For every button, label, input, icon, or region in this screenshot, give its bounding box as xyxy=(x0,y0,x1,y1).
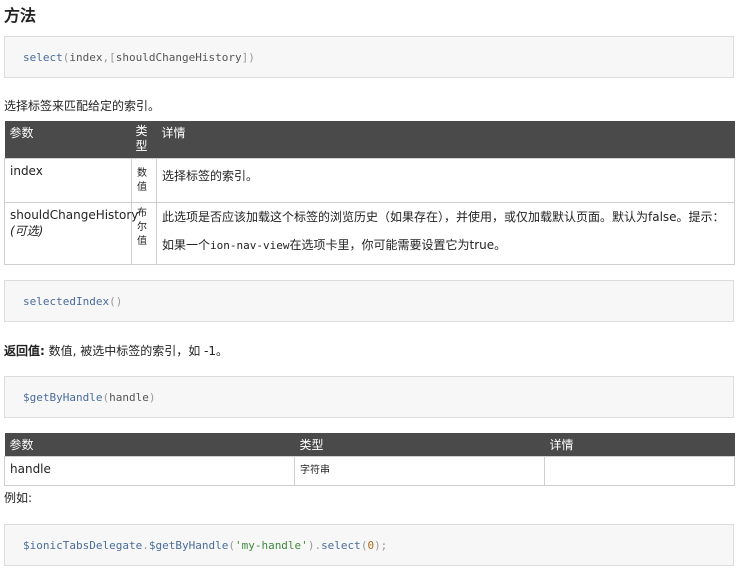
code-fn-gethandle: $getByHandle xyxy=(23,390,103,404)
code-fn-select: select xyxy=(23,50,63,64)
param-name: shouldChangeHistory xyxy=(10,207,139,222)
code-punc: ) xyxy=(307,538,315,552)
code-arg-index: index xyxy=(69,50,103,64)
code-punc: ); xyxy=(374,538,388,552)
code-fn: select xyxy=(321,538,361,552)
returns-label: 返回值: xyxy=(4,344,45,358)
code-punc: , xyxy=(102,50,110,64)
th-detail: 详情 xyxy=(156,121,735,158)
table-row: shouldChangeHistory (可选) 布尔值 此选项是否应该加载这个… xyxy=(4,201,735,265)
code-fn: $getByHandle xyxy=(148,538,229,552)
code-punc: ( xyxy=(102,390,110,404)
returns-line: 返回值: 数值, 被选中标签的索引，如 -1。 xyxy=(4,342,228,359)
select-params-table: 参数 类型 详情 index 数值 选择标签的索引。 shouldChangeH… xyxy=(4,121,735,265)
type-cell: 数值 xyxy=(131,157,157,203)
param-cell: handle xyxy=(4,456,295,486)
detail-text: 在选项卡里，你可能需要设置它为true。 xyxy=(289,237,507,252)
section-title: 方法 xyxy=(4,6,37,25)
detail-text: 如果一个 xyxy=(162,237,211,252)
detail-code: ion-nav-view xyxy=(210,238,290,252)
code-arg-should-change-history: shouldChangeHistory xyxy=(115,50,242,64)
code-punc: [ xyxy=(109,50,116,64)
detail-cell: 选择标签的索引。 xyxy=(156,157,735,203)
gethandle-signature-code: $getByHandle(handle) xyxy=(4,376,734,418)
th-param: 参数 xyxy=(4,433,295,457)
param-cell: index xyxy=(4,157,132,203)
returns-text: 数值, 被选中标签的索引，如 -1。 xyxy=(44,344,229,358)
code-punc: ( xyxy=(228,538,235,552)
code-number: 0 xyxy=(367,538,375,552)
detail-text: 此选项是否应该加载这个标签的浏览历史（如果存在），并使用，或仅加载默认页面。默认… xyxy=(162,209,725,224)
th-type: 类型 xyxy=(131,121,157,158)
code-arg-handle: handle xyxy=(109,390,149,404)
table-row: index 数值 选择标签的索引。 xyxy=(4,157,735,203)
detail-cell xyxy=(544,456,735,486)
param-name: index xyxy=(10,163,43,178)
th-param: 参数 xyxy=(4,121,132,158)
code-punc: . xyxy=(314,538,322,552)
detail-cell: 此选项是否应该加载这个标签的浏览历史（如果存在），并使用，或仅加载默认页面。默认… xyxy=(156,201,735,265)
select-signature-code: select(index, [shouldChangeHistory]) xyxy=(4,36,734,78)
code-punc: ) xyxy=(148,390,156,404)
code-punc: ] xyxy=(241,50,249,64)
select-description: 选择标签来匹配给定的索引。 xyxy=(4,99,161,113)
th-type: 类型 xyxy=(294,433,545,457)
code-fn-selected-index: selectedIndex xyxy=(23,294,110,308)
selected-index-signature-code: selectedIndex() xyxy=(4,280,734,322)
code-string: 'my-handle' xyxy=(234,538,308,552)
gethandle-params-table: 参数 类型 详情 handle 字符串 xyxy=(4,433,735,486)
code-punc: () xyxy=(109,294,123,308)
code-obj: $ionicTabsDelegate xyxy=(23,538,143,552)
code-punc: . xyxy=(142,538,149,552)
code-punc: ( xyxy=(360,538,368,552)
table-row: handle 字符串 xyxy=(4,456,735,486)
param-cell: shouldChangeHistory (可选) xyxy=(4,201,138,265)
code-punc: ) xyxy=(248,50,255,64)
example-code: $ionicTabsDelegate. $getByHandle('my-hand… xyxy=(4,524,734,566)
code-punc: ( xyxy=(62,50,70,64)
th-detail: 详情 xyxy=(544,433,735,457)
type-cell: 字符串 xyxy=(294,456,545,486)
optional-marker: (可选) xyxy=(10,223,44,238)
example-label: 例如: xyxy=(4,491,33,505)
